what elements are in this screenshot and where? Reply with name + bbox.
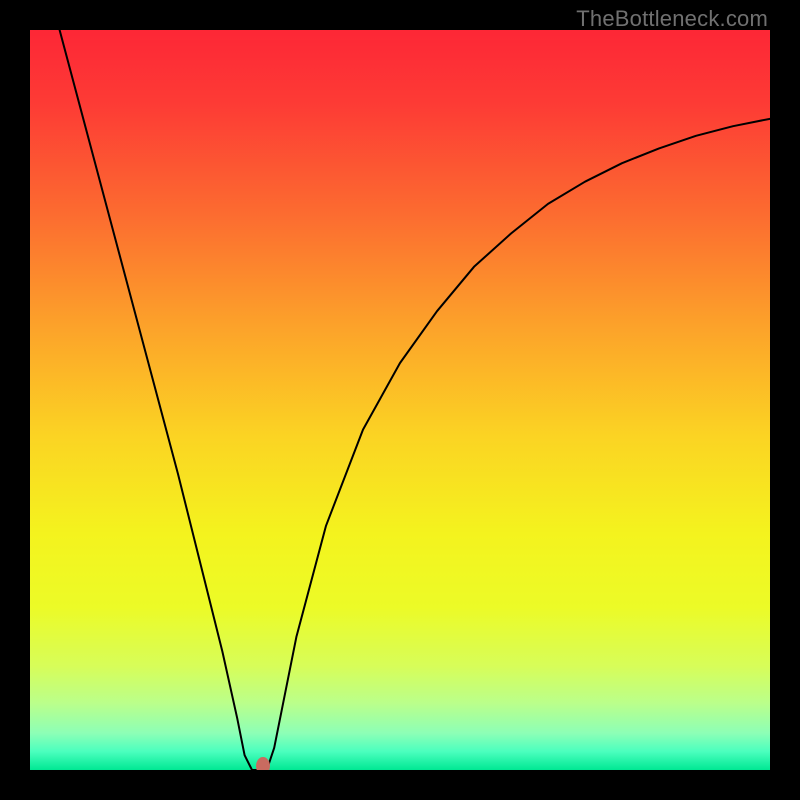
- minimum-marker-icon: [256, 757, 270, 770]
- watermark-text: TheBottleneck.com: [576, 6, 768, 32]
- bottleneck-curve: [30, 30, 770, 770]
- plot-area: [30, 30, 770, 770]
- chart-frame: TheBottleneck.com: [0, 0, 800, 800]
